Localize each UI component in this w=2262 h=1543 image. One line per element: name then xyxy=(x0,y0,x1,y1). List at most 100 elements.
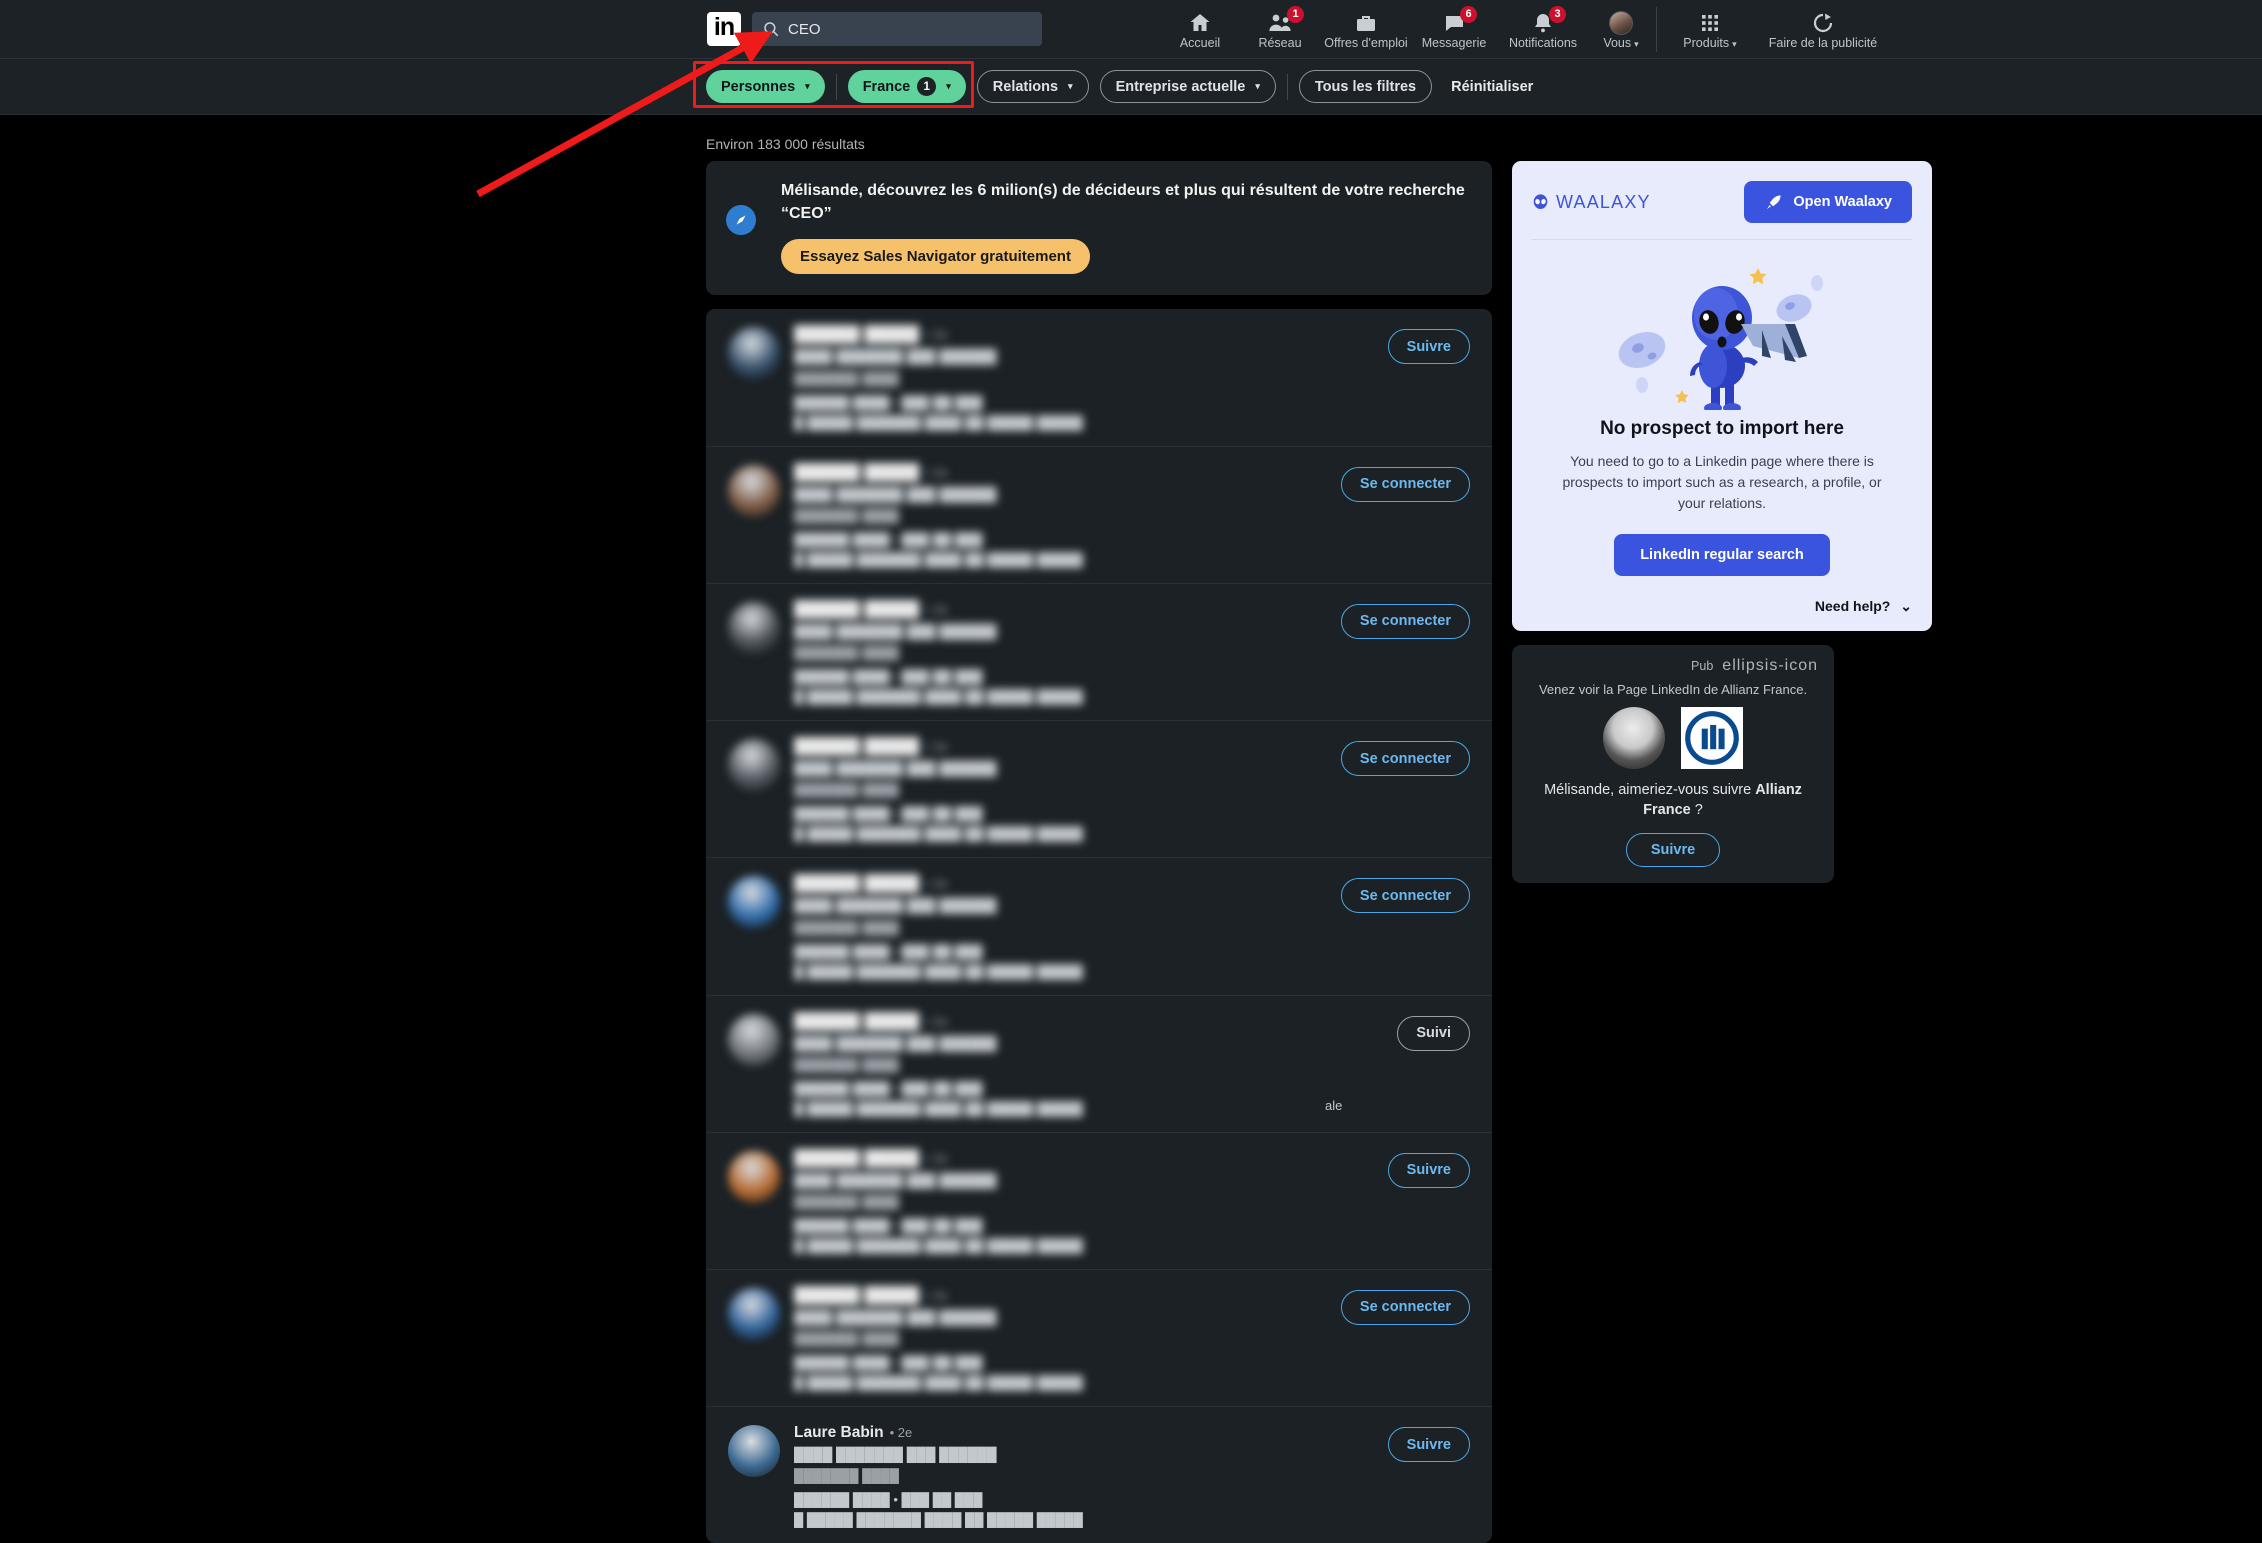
avatar[interactable] xyxy=(728,1425,780,1478)
result-headline: ████ ███████ ███ ██████ xyxy=(794,486,997,502)
waalaxy-title: No prospect to import here xyxy=(1600,418,1844,439)
ellipsis-icon[interactable]: ellipsis-icon xyxy=(1722,657,1818,675)
nav-label-notifications: Notifications xyxy=(1508,35,1578,50)
result-action-button[interactable]: Se connecter xyxy=(1340,603,1470,639)
result-headline: ████ ███████ ███ ██████ xyxy=(794,761,997,777)
result-subline: ███████ ████ xyxy=(794,1193,899,1209)
stray-text-fragment: ale xyxy=(1325,1098,1343,1113)
result-details: ██████ █████ • 2e ████ ███████ ███ ██████ █… xyxy=(794,1149,1310,1253)
badge-reseau: 1 xyxy=(1287,5,1304,23)
filter-pill-relations[interactable]: Relations ▾ xyxy=(976,70,1089,103)
avatar[interactable] xyxy=(728,1150,780,1203)
result-headline: ████ ███████ ███ ██████ xyxy=(794,898,997,914)
table-row[interactable]: Laure Babin • 2e ████ ███████ ███ ██████ ██… xyxy=(706,1407,1492,1543)
nav-item-notifications[interactable]: 3 Notifications xyxy=(1496,4,1590,56)
result-action-button[interactable]: Suivi xyxy=(1397,1015,1470,1051)
result-details: ██████ █████ • 2e ████ ███████ ███ ██████ █… xyxy=(794,737,1310,841)
sales-navigator-promo-card: Mélisande, découvrez les 6 milion(s) de … xyxy=(706,161,1492,296)
result-name-text: ██████ █████ xyxy=(794,600,920,618)
result-action-button[interactable]: Suivre xyxy=(1387,329,1470,365)
need-help-toggle[interactable]: Need help? ⌄ xyxy=(1532,598,1912,615)
annotation-highlight-box xyxy=(693,61,974,108)
avatar[interactable] xyxy=(728,327,780,380)
avatar[interactable] xyxy=(728,1287,780,1340)
result-degree: • 2e xyxy=(925,1150,948,1166)
result-name[interactable]: Laure Babin • 2e xyxy=(794,1424,1310,1442)
try-sales-navigator-button[interactable]: Essayez Sales Navigator gratuitement xyxy=(781,239,1090,275)
search-input[interactable] xyxy=(788,20,1032,38)
table-row[interactable]: ██████ █████ • 2e ████ ███████ ███ ██████ █… xyxy=(706,996,1492,1133)
avatar-icon xyxy=(1609,10,1633,35)
result-degree: • 2e xyxy=(925,876,948,892)
result-meta: █ █████ ███████ ████ ██ █████ █████ xyxy=(794,826,1083,842)
result-action-button[interactable]: Se connecter xyxy=(1340,878,1470,914)
avatar[interactable] xyxy=(728,876,780,929)
chevron-down-icon: ⌄ xyxy=(1900,598,1912,614)
result-details: ██████ █████ • 2e ████ ███████ ███ ██████ █… xyxy=(794,874,1310,978)
result-location: ██████ ████ • ███ ██ ███ xyxy=(794,806,983,822)
need-help-label: Need help? xyxy=(1814,598,1891,614)
result-meta: █ █████ ███████ ████ ██ █████ █████ xyxy=(794,1237,1083,1253)
result-location: ██████ ████ • ███ ██ ███ xyxy=(794,943,983,959)
alien-telescope-illustration xyxy=(1532,246,1912,414)
ad-question-prefix: Mélisande, aimeriez-vous suivre xyxy=(1544,782,1756,798)
nav-item-offres-emploi[interactable]: Offres d'emploi xyxy=(1318,4,1414,56)
filter-pill-entreprise-actuelle[interactable]: Entreprise actuelle ▾ xyxy=(1099,70,1276,103)
table-row[interactable]: ██████ █████ • 2e ████ ███████ ███ ██████ █… xyxy=(706,1270,1492,1408)
nav-label-vous: Vous xyxy=(1603,35,1632,50)
avatar[interactable] xyxy=(728,739,780,792)
allianz-logo xyxy=(1681,707,1743,769)
result-name-text: Laure Babin xyxy=(794,1424,884,1442)
result-action-button[interactable]: Suivre xyxy=(1387,1427,1470,1463)
result-subline: ███████ ████ xyxy=(794,1468,899,1484)
nav-label-reseau: Réseau xyxy=(1258,35,1302,50)
result-name[interactable]: ██████ █████ • 2e xyxy=(794,1150,1310,1168)
nav-item-messagerie[interactable]: 6 Messagerie xyxy=(1414,4,1494,56)
nav-item-accueil[interactable]: Accueil xyxy=(1160,4,1240,56)
result-name[interactable]: ██████ █████ • 2e xyxy=(794,326,1310,344)
table-row[interactable]: ██████ █████ • 2e ████ ███████ ███ ██████ █… xyxy=(706,1133,1492,1270)
table-row[interactable]: ██████ █████ • 2e ████ ███████ ███ ██████ █… xyxy=(706,858,1492,996)
avatar[interactable] xyxy=(728,601,780,654)
result-location: ██████ ████ • ███ ██ ███ xyxy=(794,1492,983,1508)
avatar[interactable] xyxy=(728,1013,780,1066)
result-action-button[interactable]: Se connecter xyxy=(1340,1289,1470,1325)
result-name[interactable]: ██████ █████ • 2e xyxy=(794,738,1310,756)
linkedin-regular-search-button[interactable]: LinkedIn regular search xyxy=(1614,534,1830,576)
result-name[interactable]: ██████ █████ • 2e xyxy=(794,464,1310,482)
table-row[interactable]: ██████ █████ • 2e ████ ███████ ███ ██████ █… xyxy=(706,721,1492,859)
result-name[interactable]: ██████ █████ • 2e xyxy=(794,1013,1310,1031)
result-action-button[interactable]: Se connecter xyxy=(1340,741,1470,777)
result-location: ██████ ████ • ███ ██ ███ xyxy=(794,1217,983,1233)
result-meta: █ █████ ███████ ████ ██ █████ █████ xyxy=(794,1100,1083,1116)
nav-item-publicite[interactable]: Faire de la publicité xyxy=(1748,4,1898,56)
result-degree: • 2e xyxy=(925,1287,948,1303)
result-action-button[interactable]: Suivre xyxy=(1387,1152,1470,1188)
table-row[interactable]: ██████ █████ • 2e ████ ███████ ███ ██████ █… xyxy=(706,447,1492,584)
avatar xyxy=(1609,10,1633,35)
search-box[interactable] xyxy=(752,12,1042,46)
table-row[interactable]: ██████ █████ • 2e ████ ███████ ███ ██████ █… xyxy=(706,309,1492,447)
nav-item-reseau[interactable]: 1 Réseau xyxy=(1240,4,1320,56)
grid-icon xyxy=(1699,11,1721,35)
filter-label-entreprise: Entreprise actuelle xyxy=(1115,78,1246,95)
result-meta: █ █████ ███████ ████ ██ █████ █████ xyxy=(794,963,1083,979)
result-location: ██████ ████ • ███ ██ ███ xyxy=(794,669,983,685)
top-navigation-bar: in Accueil 1 Réseau xyxy=(0,0,2262,59)
filter-pill-tous-les-filtres[interactable]: Tous les filtres xyxy=(1298,70,1433,103)
result-name[interactable]: ██████ █████ • 2e xyxy=(794,601,1310,619)
ad-question-suffix: ? xyxy=(1690,801,1703,818)
avatar[interactable] xyxy=(728,464,780,517)
ad-question: Mélisande, aimeriez-vous suivre Allianz … xyxy=(1528,781,1818,820)
reset-filters-link[interactable]: Réinitialiser xyxy=(1443,79,1541,95)
nav-item-vous[interactable]: Vous ▾ xyxy=(1590,4,1652,56)
linkedin-logo[interactable]: in xyxy=(707,12,741,46)
nav-item-produits[interactable]: Produits ▾ xyxy=(1672,4,1748,56)
open-waalaxy-button[interactable]: Open Waalaxy xyxy=(1744,181,1912,223)
table-row[interactable]: ██████ █████ • 2e ████ ███████ ███ ██████ █… xyxy=(706,584,1492,722)
result-name[interactable]: ██████ █████ • 2e xyxy=(794,875,1310,893)
result-meta: █ █████ ███████ ████ ██ █████ █████ xyxy=(794,414,1083,430)
badge-notifications: 3 xyxy=(1549,5,1566,23)
ad-follow-button[interactable]: Suivre xyxy=(1625,833,1721,868)
result-action-button[interactable]: Se connecter xyxy=(1340,466,1470,502)
